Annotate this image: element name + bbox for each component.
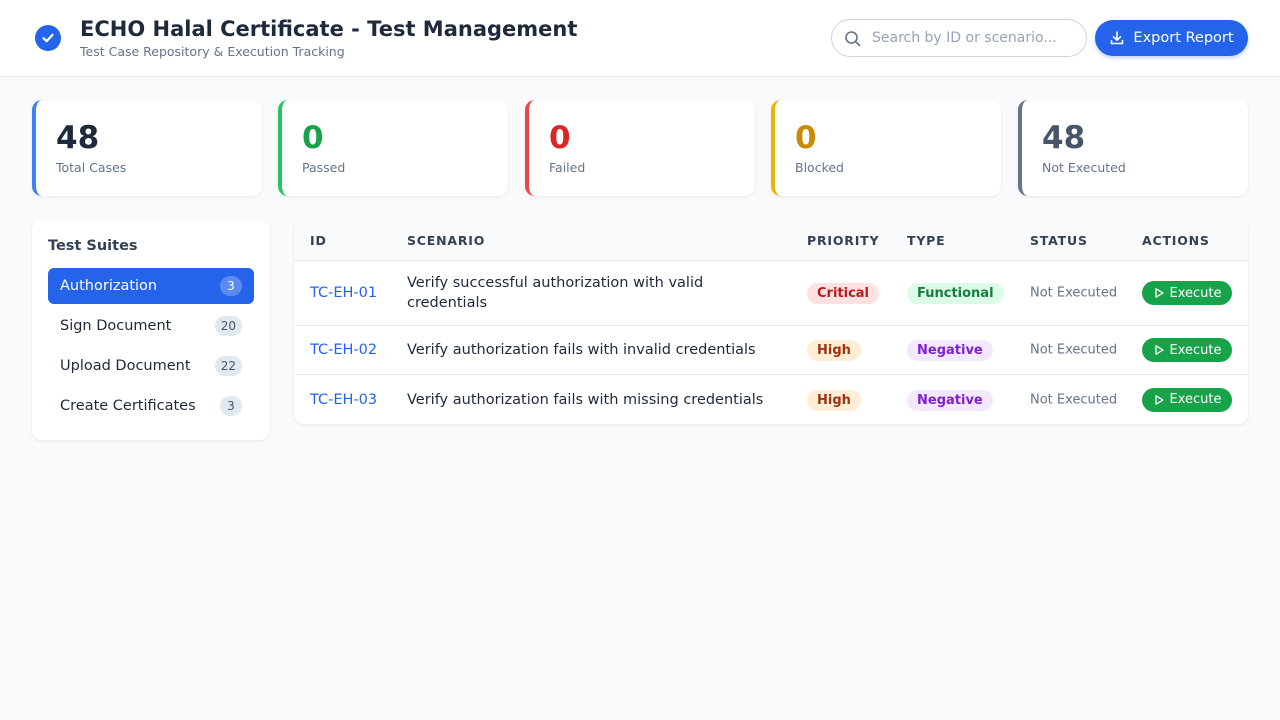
suite-count-badge: 3 [220, 276, 242, 296]
column-header-type: TYPE [907, 233, 946, 248]
priority-badge: High [807, 340, 861, 361]
status-text: Not Executed [1030, 392, 1118, 407]
stat-value: 0 [795, 120, 817, 156]
priority-badge: High [807, 389, 861, 411]
execute-button[interactable]: Execute [1142, 281, 1232, 305]
stat-card-total: 48 Total Cases [32, 100, 262, 196]
execute-label: Execute [1169, 285, 1222, 301]
column-header-id: ID [310, 233, 327, 248]
stat-card-not-executed: 48 Not Executed [1018, 100, 1248, 196]
suite-count-badge: 20 [214, 316, 242, 336]
search-icon [844, 30, 862, 52]
search-box[interactable] [831, 19, 1087, 57]
page-title: ECHO Halal Certificate - Test Management [80, 17, 578, 41]
stat-value: 48 [1042, 120, 1086, 156]
suite-item-upload-document[interactable]: Upload Document 22 [48, 348, 254, 384]
suite-item-authorization[interactable]: Authorization 3 [48, 268, 254, 304]
execute-label: Execute [1169, 342, 1222, 358]
test-suites-panel: Test Suites Authorization 3 Sign Documen… [32, 220, 270, 440]
export-report-label: Export Report [1133, 30, 1234, 46]
suite-label: Sign Document [60, 318, 172, 334]
stat-label: Total Cases [56, 160, 127, 175]
table-header: ID SCENARIO PRIORITY TYPE STATUS ACTIONS [294, 220, 1248, 261]
check-circle-icon [35, 25, 61, 51]
stat-label: Blocked [795, 160, 844, 175]
table-row: TC-EH-02 Verify authorization fails with… [294, 326, 1248, 375]
status-text: Not Executed [1030, 285, 1118, 301]
stat-card-failed: 0 Failed [525, 100, 755, 196]
stat-value: 0 [549, 120, 571, 156]
execute-button[interactable]: Execute [1142, 387, 1232, 412]
column-header-priority: PRIORITY [807, 233, 880, 248]
stat-label: Failed [549, 160, 586, 175]
table-row: TC-EH-01 Verify successful authorization… [294, 261, 1248, 326]
search-input[interactable] [872, 28, 1077, 48]
test-case-id-link[interactable]: TC-EH-01 [310, 285, 377, 301]
test-suites-title: Test Suites [48, 238, 138, 254]
scenario-text: Verify authorization fails with invalid … [407, 342, 756, 358]
suite-item-sign-document[interactable]: Sign Document 20 [48, 308, 254, 344]
export-report-button[interactable]: Export Report [1095, 20, 1248, 56]
table-row: TC-EH-03 Verify authorization fails with… [294, 375, 1248, 424]
type-badge: Negative [907, 389, 993, 411]
column-header-status: STATUS [1030, 233, 1088, 248]
play-icon [1153, 344, 1165, 356]
stat-value: 0 [302, 120, 324, 156]
scenario-text: Verify authorization fails with missing … [407, 391, 764, 408]
suite-item-create-certificates[interactable]: Create Certificates 3 [48, 388, 254, 424]
priority-badge: Critical [807, 283, 880, 304]
type-badge: Functional [907, 283, 1004, 304]
status-text: Not Executed [1030, 342, 1118, 358]
type-badge: Negative [907, 340, 993, 361]
suite-count-badge: 22 [214, 356, 242, 376]
play-icon [1153, 394, 1165, 406]
column-header-scenario: SCENARIO [407, 233, 486, 248]
stat-card-passed: 0 Passed [278, 100, 508, 196]
download-icon [1109, 30, 1125, 46]
suite-label: Create Certificates [60, 398, 196, 414]
suite-label: Upload Document [60, 358, 191, 374]
suite-count-badge: 3 [220, 396, 242, 416]
suite-label: Authorization [60, 278, 158, 294]
page-subtitle: Test Case Repository & Execution Trackin… [80, 44, 345, 59]
app-header: ECHO Halal Certificate - Test Management… [0, 0, 1280, 77]
test-case-id-link[interactable]: TC-EH-03 [310, 392, 377, 408]
scenario-text: Verify successful authorization with val… [407, 275, 704, 311]
stat-card-blocked: 0 Blocked [771, 100, 1001, 196]
test-cases-table: ID SCENARIO PRIORITY TYPE STATUS ACTIONS… [294, 220, 1248, 424]
test-case-id-link[interactable]: TC-EH-02 [310, 342, 377, 358]
execute-label: Execute [1169, 392, 1222, 407]
column-header-actions: ACTIONS [1142, 233, 1210, 248]
play-icon [1153, 287, 1165, 299]
stat-value: 48 [56, 120, 100, 156]
stat-label: Not Executed [1042, 160, 1126, 175]
execute-button[interactable]: Execute [1142, 338, 1232, 362]
stat-label: Passed [302, 160, 346, 175]
